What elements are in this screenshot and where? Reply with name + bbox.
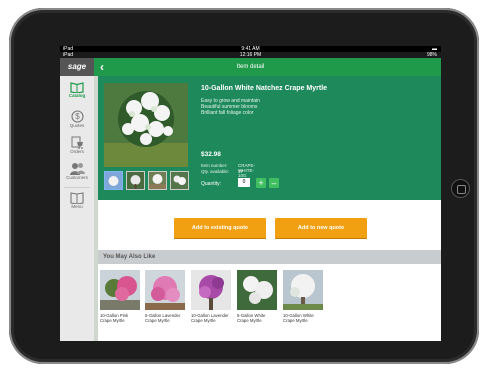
recommendation-image xyxy=(100,270,140,310)
item-number-label: Item number: xyxy=(201,163,228,168)
people-icon xyxy=(69,163,85,175)
recommendation-name: 5-Gallon White Crape Myrtle xyxy=(237,313,266,323)
recommendation-item[interactable]: 5-Gallon Lavender Crape Myrtle xyxy=(145,270,185,323)
thumbnail-1[interactable] xyxy=(104,171,123,190)
add-to-new-quote-button[interactable]: Add to new quote xyxy=(275,218,367,238)
product-detail-panel: 10-Gallon White Natchez Crape Myrtle Eas… xyxy=(98,76,441,200)
recommendation-item[interactable]: 10-Gallon Pink Crape Myrtle xyxy=(100,270,140,323)
svg-text:$: $ xyxy=(75,112,80,121)
sidebar-item-orders[interactable]: Orders xyxy=(60,136,94,155)
section-header-you-may-also-like: You May Also Like xyxy=(98,250,441,264)
book-icon xyxy=(70,82,84,93)
recommendation-image xyxy=(191,270,231,310)
decrement-button[interactable]: – xyxy=(269,178,279,188)
page-title: Item detail xyxy=(236,64,265,70)
thumbnail-4[interactable] xyxy=(170,171,189,190)
qty-available-row: Qty. available: 37 xyxy=(201,169,243,174)
sidebar-item-label: Menu xyxy=(71,204,83,209)
quantity-label: Quantity: xyxy=(201,181,222,187)
thumbnail-3[interactable] xyxy=(148,171,167,190)
recommendation-image xyxy=(145,270,185,310)
recommendation-name: 10-Gallon Pink Crape Myrtle xyxy=(100,313,129,323)
recommendation-image xyxy=(237,270,277,310)
product-name: 10-Gallon White Natchez Crape Myrtle xyxy=(201,85,328,92)
item-number-row: Item number: CRAPE-WHITE-10G xyxy=(201,163,255,178)
qty-available-label: Qty. available: xyxy=(201,169,230,174)
recommendation-name: 10-Gallon White Crape Myrtle xyxy=(283,313,314,323)
product-price: $32.98 xyxy=(201,151,221,158)
recommendation-name: 5-Gallon Lavender Crape Myrtle xyxy=(145,313,181,323)
sidebar-item-label: Orders xyxy=(70,149,84,154)
sidebar-item-catalog[interactable]: Catalog xyxy=(60,82,94,99)
recommendation-item[interactable]: 10-Gallon White Crape Myrtle xyxy=(283,270,323,323)
recommendation-image xyxy=(283,270,323,310)
sidebar-item-customers[interactable]: Customers xyxy=(60,162,94,181)
dollar-icon: $ xyxy=(70,110,84,123)
recommendation-item[interactable]: 5-Gallon White Crape Myrtle xyxy=(237,270,277,323)
sidebar-item-quotes[interactable]: $ Quotes xyxy=(60,110,94,129)
qty-available-value: 37 xyxy=(238,169,244,174)
sidebar-divider xyxy=(64,187,90,188)
app-screen: iPad 9:41 AM ▬ iPad 12:16 PM 98% sage ‹ … xyxy=(60,46,441,341)
menu-book-icon xyxy=(70,192,84,204)
product-main-image[interactable] xyxy=(104,83,188,167)
increment-button[interactable]: + xyxy=(256,178,266,188)
sidebar-item-label: Quotes xyxy=(69,123,85,128)
cart-icon xyxy=(71,136,83,149)
sidebar-item-label: Customers xyxy=(66,175,88,180)
sidebar-item-label: Catalog xyxy=(68,93,86,98)
product-features: Easy to grow and maintain Beautiful summ… xyxy=(201,98,260,116)
sidebar-item-menu[interactable]: Menu xyxy=(60,192,94,210)
feature-line: Brilliant fall foliage color xyxy=(201,110,254,116)
quantity-input[interactable]: 0 xyxy=(238,178,250,187)
recommendation-item[interactable]: 10-Gallon Lavender Crape Myrtle xyxy=(191,270,231,323)
home-button[interactable] xyxy=(451,179,470,198)
sidebar: Catalog $ Quotes Orders Customers Menu xyxy=(60,76,94,341)
recommendation-name: 10-Gallon Lavender Crape Myrtle xyxy=(191,313,229,323)
thumbnail-2[interactable] xyxy=(126,171,145,190)
add-to-existing-quote-button[interactable]: Add to existing quote xyxy=(174,218,266,238)
top-bar: sage ‹ Item detail xyxy=(60,58,441,76)
